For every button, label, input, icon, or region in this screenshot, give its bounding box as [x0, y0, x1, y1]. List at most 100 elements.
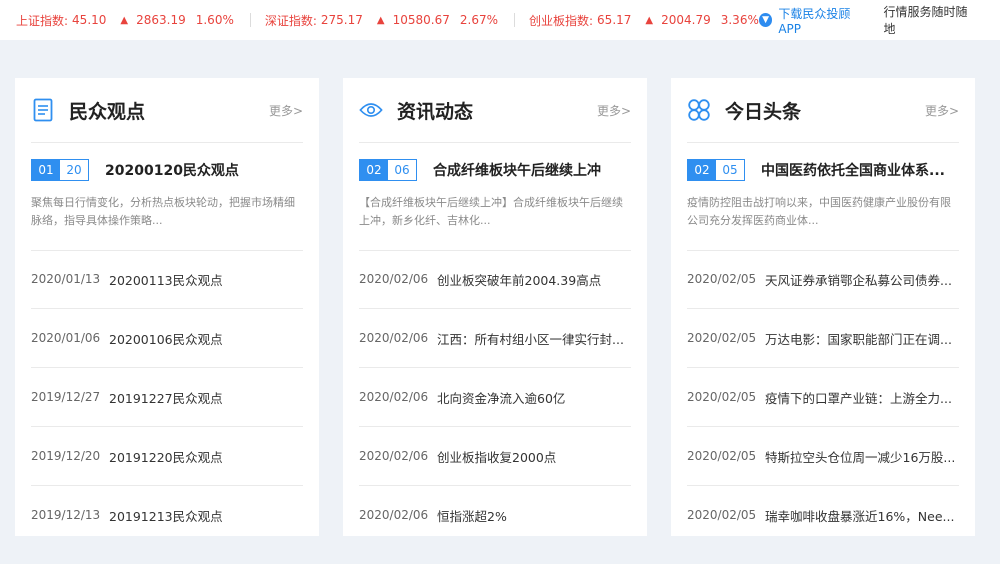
card-headlines: 今日头条 更多> 02 05 中国医药依托全国商业体系... 疫情防控阻击战打响… — [671, 78, 975, 536]
featured-title[interactable]: 中国医药依托全国商业体系... — [761, 160, 945, 180]
item-date: 2020/02/05 — [687, 508, 757, 522]
list-item[interactable]: 2020/01/06 20200106民众观点 — [31, 309, 303, 368]
up-arrow-icon: ▲ — [376, 14, 385, 26]
featured-title[interactable]: 合成纤维板块午后继续上冲 — [433, 160, 601, 180]
up-arrow-icon: ▲ — [120, 14, 129, 26]
index-chinext[interactable]: 创业板指数: 65.17 ▲ 2004.79 3.36% — [529, 12, 759, 29]
list-item[interactable]: 2019/12/13 20191213民众观点 — [31, 486, 303, 536]
featured-summary: 【合成纤维板块午后继续上冲】合成纤维板块午后继续上冲，新乡化纤、吉林化... — [359, 196, 623, 227]
item-date: 2020/02/06 — [359, 508, 429, 522]
index-value: 45.10 — [72, 13, 107, 27]
list-item[interactable]: 2020/02/05 天风证券承销鄂企私募公司债券... — [687, 250, 959, 309]
index-name: 深证指数: — [264, 13, 317, 28]
eye-icon — [359, 98, 383, 122]
featured-article[interactable]: 02 06 合成纤维板块午后继续上冲 【合成纤维板块午后继续上冲】合成纤维板块午… — [359, 158, 631, 251]
item-title[interactable]: 20191227民众观点 — [109, 388, 303, 407]
item-date: 2020/02/05 — [687, 331, 757, 345]
item-title[interactable]: 20191220民众观点 — [109, 447, 303, 466]
market-ticker-bar: 上证指数: 45.10 ▲ 2863.19 1.60% 深证指数: 275.17… — [0, 0, 1000, 40]
date-badge: 02 06 — [359, 159, 417, 181]
download-app-link[interactable]: ▼ 下载民众投顾APP — [758, 5, 870, 36]
more-link[interactable]: 更多> — [597, 102, 631, 119]
index-shanghai[interactable]: 上证指数: 45.10 ▲ 2863.19 1.60% — [16, 12, 265, 29]
list-item[interactable]: 2020/02/05 疫情下的口罩产业链：上游全力... — [687, 368, 959, 427]
item-title[interactable]: 疫情下的口罩产业链：上游全力... — [765, 388, 959, 407]
item-title[interactable]: 江西：所有村组小区一律实行封... — [437, 329, 631, 348]
item-title[interactable]: 20200113民众观点 — [109, 270, 303, 289]
item-date: 2020/02/06 — [359, 449, 429, 463]
featured-article[interactable]: 01 20 20200120民众观点 聚焦每日行情变化，分析热点板块轮动，把握市… — [31, 158, 303, 251]
list-item[interactable]: 2020/02/06 北向资金净流入逾60亿 — [359, 368, 631, 427]
document-icon — [31, 98, 55, 122]
item-date: 2020/02/06 — [359, 331, 429, 345]
item-title[interactable]: 北向资金净流入逾60亿 — [437, 388, 631, 407]
item-date: 2020/02/05 — [687, 272, 757, 286]
card-title: 资讯动态 — [397, 100, 474, 123]
list-item[interactable]: 2020/02/06 创业板指收复2000点 — [359, 427, 631, 486]
index-pct: 1.60% — [195, 13, 234, 27]
index-close: 10580.67 — [392, 13, 450, 27]
list-item[interactable]: 2019/12/27 20191227民众观点 — [31, 368, 303, 427]
index-value: 275.17 — [320, 13, 363, 27]
list-item[interactable]: 2020/02/05 瑞幸咖啡收盘暴涨近16%，Nee... — [687, 486, 959, 536]
divider — [249, 13, 251, 27]
card-viewpoints: 民众观点 更多> 01 20 20200120民众观点 聚焦每日行情变化，分析热… — [15, 78, 319, 536]
featured-summary: 疫情防控阻击战打响以来，中国医药健康产业股份有限公司充分发挥医药商业体... — [687, 196, 951, 227]
list-item[interactable]: 2019/12/20 20191220民众观点 — [31, 427, 303, 486]
item-date: 2020/02/05 — [687, 390, 757, 404]
item-date: 2020/01/06 — [31, 331, 101, 345]
date-badge: 01 20 — [31, 159, 89, 181]
index-name: 创业板指数: — [529, 13, 594, 28]
item-date: 2019/12/13 — [31, 508, 101, 522]
card-header: 民众观点 更多> — [31, 78, 303, 143]
item-title[interactable]: 20200106民众观点 — [109, 329, 303, 348]
date-badge: 02 05 — [687, 159, 745, 181]
index-close: 2004.79 — [661, 13, 711, 27]
featured-title[interactable]: 20200120民众观点 — [105, 160, 239, 180]
item-title[interactable]: 创业板突破年前2004.39高点 — [437, 270, 631, 289]
index-pct: 3.36% — [720, 13, 759, 27]
featured-summary: 聚焦每日行情变化，分析热点板块轮动，把握市场精细脉络，指导具体操作策略... — [31, 196, 295, 227]
item-title[interactable]: 创业板指收复2000点 — [437, 447, 631, 466]
date-day: 06 — [388, 160, 416, 180]
list-item[interactable]: 2020/02/06 恒指涨超2% — [359, 486, 631, 536]
item-date: 2020/02/06 — [359, 272, 429, 286]
download-label: 下载民众投顾APP — [778, 6, 851, 36]
card-header: 资讯动态 更多> — [359, 78, 631, 143]
index-value: 65.17 — [597, 13, 632, 27]
divider — [514, 13, 515, 27]
article-list: 2020/01/13 20200113民众观点 2020/01/06 2020010… — [31, 250, 303, 536]
item-date: 2019/12/27 — [31, 390, 101, 404]
item-title[interactable]: 万达电影：国家职能部门正在调... — [765, 329, 959, 348]
list-item[interactable]: 2020/02/06 创业板突破年前2004.39高点 — [359, 250, 631, 309]
date-month: 01 — [32, 160, 60, 180]
item-title[interactable]: 20191213民众观点 — [109, 506, 303, 525]
item-title[interactable]: 特斯拉空头仓位周一减少16万股... — [765, 447, 959, 466]
list-item[interactable]: 2020/02/06 江西：所有村组小区一律实行封... — [359, 309, 631, 368]
date-month: 02 — [688, 160, 716, 180]
featured-article[interactable]: 02 05 中国医药依托全国商业体系... 疫情防控阻击战打响以来，中国医药健康… — [687, 158, 959, 251]
date-day: 05 — [716, 160, 744, 180]
card-news: 资讯动态 更多> 02 06 合成纤维板块午后继续上冲 【合成纤维板块午后继续上… — [343, 78, 647, 536]
item-date: 2020/02/06 — [359, 390, 429, 404]
list-item[interactable]: 2020/02/05 特斯拉空头仓位周一减少16万股... — [687, 427, 959, 486]
up-arrow-icon: ▲ — [645, 14, 654, 26]
more-link[interactable]: 更多> — [925, 102, 959, 119]
item-title[interactable]: 天风证券承销鄂企私募公司债券... — [765, 270, 959, 289]
clover-icon — [687, 98, 711, 122]
item-date: 2020/02/05 — [687, 449, 757, 463]
item-title[interactable]: 恒指涨超2% — [437, 506, 631, 525]
more-link[interactable]: 更多> — [269, 102, 303, 119]
card-title: 今日头条 — [725, 100, 802, 123]
list-item[interactable]: 2020/02/05 万达电影：国家职能部门正在调... — [687, 309, 959, 368]
item-title[interactable]: 瑞幸咖啡收盘暴涨近16%，Nee... — [765, 506, 959, 525]
item-date: 2019/12/20 — [31, 449, 101, 463]
list-item[interactable]: 2020/01/13 20200113民众观点 — [31, 250, 303, 309]
article-list: 2020/02/06 创业板突破年前2004.39高点 2020/02/06 江西：… — [359, 250, 631, 536]
date-month: 02 — [360, 160, 388, 180]
download-icon: ▼ — [758, 13, 773, 27]
index-shenzhen[interactable]: 深证指数: 275.17 ▲ 10580.67 2.67% — [265, 12, 529, 29]
date-day: 20 — [60, 160, 88, 180]
index-pct: 2.67% — [459, 13, 498, 27]
index-close: 2863.19 — [136, 13, 186, 27]
